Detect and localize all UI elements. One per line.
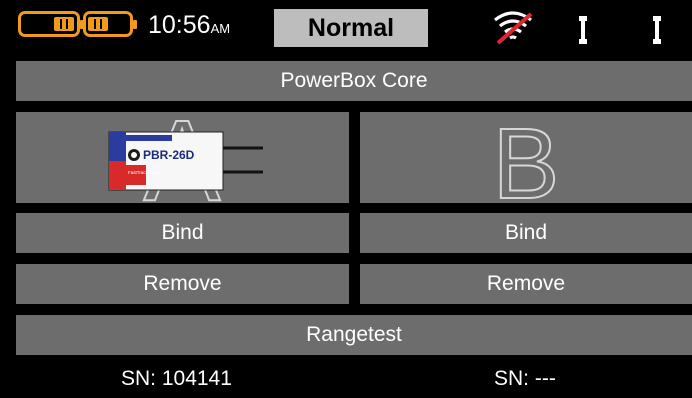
receiver-slot-a[interactable]: A PBR-26D FastTrack/ Data <box>16 112 349 203</box>
clock-ampm: AM <box>210 21 231 36</box>
slot-a-image: A PBR-26D FastTrack/ Data <box>108 112 263 203</box>
battery-pause-icon <box>83 11 133 37</box>
bind-b-button[interactable]: Bind <box>360 213 692 253</box>
serial-number-a: SN: 104141 <box>121 367 232 390</box>
receiver-image: PBR-26D FastTrack/ Data <box>108 131 263 191</box>
slot-b-image: B <box>492 112 561 203</box>
serial-number-b: SN: --- <box>494 367 556 390</box>
receiver-label: FastTrack/ Data <box>128 170 160 175</box>
antenna-icon <box>579 16 587 44</box>
receiver-slot-b[interactable]: B <box>360 112 692 203</box>
bind-a-button[interactable]: Bind <box>16 213 349 253</box>
antenna-icon <box>653 16 661 44</box>
status-bar: 10:56AM Normal <box>0 0 692 56</box>
clock: 10:56AM <box>148 11 230 43</box>
receiver-model: PBR-26D <box>143 148 195 162</box>
remove-a-button[interactable]: Remove <box>16 264 349 304</box>
remove-b-button[interactable]: Remove <box>360 264 692 304</box>
clock-time: 10:56 <box>148 11 211 39</box>
rangetest-button[interactable]: Rangetest <box>16 315 692 355</box>
page-title: PowerBox Core <box>16 61 692 101</box>
slot-b-letter: B <box>493 112 560 203</box>
no-telemetry-icon[interactable] <box>491 10 535 46</box>
battery-pause-icon <box>18 11 80 37</box>
flight-mode-button[interactable]: Normal <box>274 9 428 47</box>
